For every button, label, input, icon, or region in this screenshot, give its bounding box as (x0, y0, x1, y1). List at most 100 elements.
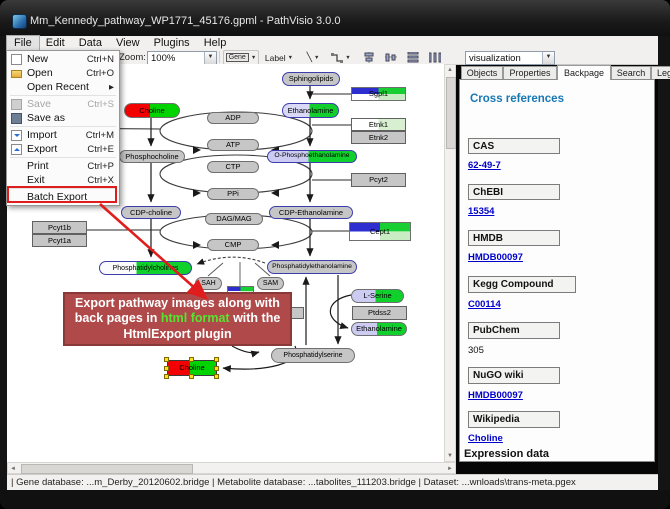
distribute-rows-icon (407, 52, 419, 63)
pathway-node-cdp-choline[interactable]: CDP-choline (121, 206, 181, 219)
menu-help[interactable]: Help (197, 36, 234, 50)
align-center-y-button[interactable] (381, 50, 401, 65)
line-tool-caret-icon: ▼ (314, 55, 319, 61)
pathway-node-cdp-ethanolamine[interactable]: CDP-Ethanolamine (269, 206, 353, 219)
visualization-combobox[interactable]: visualization ▼ (465, 51, 555, 65)
link-chebi[interactable]: 15354 (468, 206, 494, 217)
menu-item-new[interactable]: NewCtrl+N (7, 52, 119, 66)
tab-legend[interactable]: Legend (651, 66, 670, 79)
tab-objects[interactable]: Objects (461, 66, 503, 79)
menu-file[interactable]: File (7, 36, 39, 50)
menu-item-open[interactable]: OpenCtrl+O (7, 66, 119, 80)
selection-handle[interactable] (164, 366, 169, 371)
pathway-node-pcyt1b[interactable]: Pcyt1b (32, 221, 87, 234)
align-center-x-button[interactable] (359, 50, 379, 65)
file-menu: NewCtrl+N OpenCtrl+O Open Recent▶ SaveCt… (6, 50, 120, 206)
pathway-node-atp[interactable]: ATP (207, 139, 259, 151)
vertical-scroll-thumb[interactable] (446, 77, 456, 149)
pathway-node-dag-mag[interactable]: DAG/MAG (205, 213, 263, 225)
visualization-caret-icon[interactable]: ▼ (542, 52, 554, 64)
selection-handle[interactable] (214, 357, 219, 362)
link-nugo[interactable]: HMDB00097 (468, 390, 523, 401)
menu-item-print[interactable]: PrintCtrl+P (7, 159, 119, 173)
menu-item-open-recent[interactable]: Open Recent▶ (7, 80, 119, 94)
scroll-left-icon[interactable]: ◄ (8, 464, 18, 474)
label-tool-button[interactable]: Label ▼ (259, 50, 299, 65)
application-window: Mm_Kennedy_pathway_WP1771_45176.gpml - P… (0, 0, 670, 509)
selection-handle[interactable] (189, 374, 194, 379)
menu-data[interactable]: Data (72, 36, 109, 50)
gene-tool-caret-icon: ▼ (251, 55, 256, 61)
pathway-node-phosphatidylethanolamine[interactable]: Phosphatidylethanolamine (267, 260, 357, 274)
link-hmdb[interactable]: HMDB00097 (468, 252, 523, 263)
menu-edit[interactable]: Edit (39, 36, 72, 50)
pathway-node-ethanolamine-top[interactable]: Ethanolamine (282, 103, 339, 118)
line-tool-icon: ╲ (307, 52, 312, 63)
pathway-node-ptdss2[interactable]: Ptdss2 (352, 306, 407, 320)
pathway-node-choline-selected[interactable]: Choline (167, 360, 217, 376)
menu-item-import[interactable]: ImportCtrl+M (7, 128, 119, 142)
pathway-node-o-phosphoethanolamine[interactable]: O-Phosphoethanolamine (267, 150, 357, 163)
selection-handle[interactable] (189, 357, 194, 362)
zoom-caret-icon[interactable]: ▼ (204, 52, 216, 64)
scroll-down-icon[interactable]: ▼ (445, 451, 455, 461)
pathway-node-pcyt2[interactable]: Pcyt2 (351, 173, 406, 187)
cross-references-heading: Cross references (470, 93, 564, 105)
gene-tool-button[interactable]: Gene ▼ (223, 50, 259, 65)
menu-view[interactable]: View (109, 36, 147, 50)
canvas-horizontal-scrollbar[interactable]: ◄ ► (7, 462, 456, 474)
menu-item-export[interactable]: ExportCtrl+E (7, 142, 119, 156)
zoom-value: 100% (148, 53, 204, 64)
distribute-rows-button[interactable] (403, 50, 423, 65)
horizontal-scroll-thumb[interactable] (21, 464, 193, 474)
section-header-chebi: ChEBI (468, 184, 560, 200)
pathway-node-ctp[interactable]: CTP (207, 161, 259, 173)
tab-search[interactable]: Search (611, 66, 651, 79)
pathway-node-etnk1[interactable]: Etnk1 (351, 118, 406, 131)
menu-item-exit[interactable]: ExitCtrl+X (7, 173, 119, 187)
pathway-node-phosphatidylcholines[interactable]: Phosphatidylcholines (99, 261, 192, 275)
pathway-node-sgpl1[interactable]: Sgpl1 (351, 87, 406, 101)
pathway-node-sah[interactable]: SAH (195, 277, 222, 290)
pathway-node-phosphatidylserine[interactable]: Phosphatidylserine (271, 348, 355, 363)
title-bar[interactable]: Mm_Kennedy_pathway_WP1771_45176.gpml - P… (0, 0, 670, 37)
window-title: Mm_Kennedy_pathway_WP1771_45176.gpml - P… (30, 15, 340, 27)
line-tool-button[interactable]: ╲ ▼ (299, 50, 327, 65)
connector-tool-caret-icon: ▼ (345, 55, 350, 61)
window-frame-bottom (0, 490, 670, 509)
selection-handle[interactable] (164, 374, 169, 379)
zoom-combobox[interactable]: 100% ▼ (147, 51, 217, 65)
section-header-hmdb: HMDB (468, 230, 560, 246)
pathway-node-sam[interactable]: SAM (257, 277, 284, 290)
connector-tool-button[interactable]: ▼ (327, 50, 355, 65)
pathway-node-cept1[interactable]: Cept1 (349, 222, 411, 241)
pathway-node-cmp[interactable]: CMP (207, 239, 259, 251)
link-cas[interactable]: 62-49-7 (468, 160, 501, 171)
tab-properties[interactable]: Properties (503, 66, 557, 79)
scroll-up-icon[interactable]: ▲ (445, 65, 455, 75)
pathway-node-l-serine[interactable]: L-Serine (351, 289, 404, 303)
menu-item-save[interactable]: SaveCtrl+S (7, 97, 119, 111)
link-kegg[interactable]: C00114 (468, 299, 501, 310)
selection-handle[interactable] (164, 357, 169, 362)
pathway-node-ppi[interactable]: PPi (207, 188, 259, 200)
pathway-node-sphingolipids[interactable]: Sphingolipids (282, 72, 340, 86)
menu-item-save-as[interactable]: Save as (7, 111, 119, 125)
pathway-node-etnk2[interactable]: Etnk2 (351, 131, 406, 144)
pathway-node-phosphocholine[interactable]: Phosphocholine (119, 150, 185, 163)
menu-plugins[interactable]: Plugins (147, 36, 197, 50)
link-wikipedia[interactable]: Choline (468, 433, 503, 444)
pathway-node-adp[interactable]: ADP (207, 112, 259, 124)
status-bar: | Gene database: ...m_Derby_20120602.bri… (7, 474, 658, 490)
selection-handle[interactable] (214, 374, 219, 379)
pathway-node-choline-top[interactable]: Choline (124, 103, 180, 118)
pathway-node-ethanolamine-bottom[interactable]: Ethanolamine (351, 322, 407, 336)
tab-backpage[interactable]: Backpage (557, 65, 611, 80)
distribute-columns-button[interactable] (425, 50, 445, 65)
save-icon (11, 99, 22, 110)
canvas-vertical-scrollbar[interactable]: ▲ ▼ (444, 64, 456, 462)
scroll-right-icon[interactable]: ► (445, 464, 455, 474)
selection-handle[interactable] (214, 366, 219, 371)
pathway-node-pcyt1a[interactable]: Pcyt1a (32, 234, 87, 247)
open-folder-icon (11, 70, 22, 78)
